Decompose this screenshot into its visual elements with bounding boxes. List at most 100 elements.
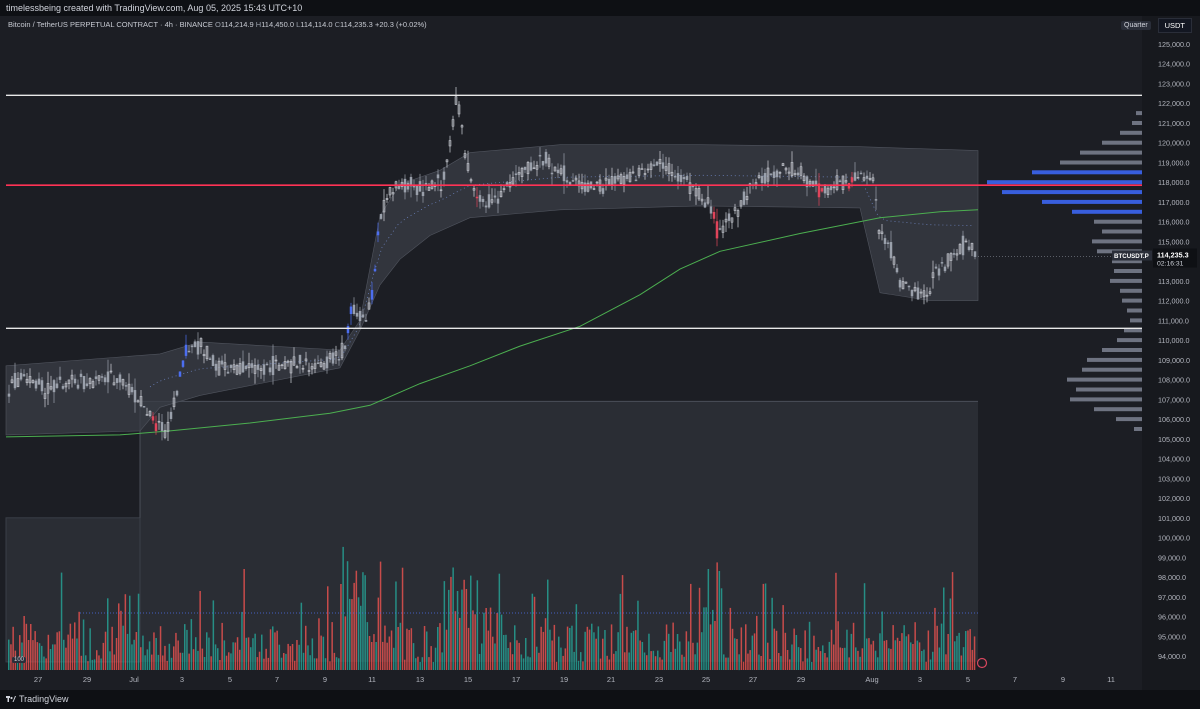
volume-bar [170, 657, 173, 670]
volume-bar [481, 643, 483, 670]
volume-bar [505, 634, 507, 670]
volume-bar [883, 640, 886, 670]
volume-bar [223, 640, 226, 670]
candle-body [571, 180, 575, 182]
volume-bar [588, 629, 591, 670]
low-value: 114,114.0 [300, 20, 333, 29]
volume-bar [265, 648, 267, 670]
volume-bar [329, 661, 331, 670]
candle-body [898, 279, 902, 288]
volume-bar [586, 626, 589, 670]
volume-bar [628, 652, 630, 670]
volume-bar [399, 622, 402, 670]
candle-body [361, 314, 365, 318]
volume-profile-bar [1042, 199, 1142, 204]
volume-bar [852, 622, 855, 670]
volume-bar [956, 635, 958, 670]
volume-bar [96, 650, 98, 670]
price-tick-label: 119,000.0 [1158, 159, 1189, 168]
price-tick-label: 116,000.0 [1158, 218, 1189, 227]
volume-bar [148, 641, 151, 670]
candle-body [514, 173, 518, 176]
volume-bar [65, 647, 67, 670]
candle-body [421, 191, 425, 197]
volume-bar [412, 643, 415, 670]
volume-bar [441, 652, 443, 670]
volume-bar [485, 608, 487, 670]
volume-bar [509, 642, 512, 670]
volume-bar [527, 656, 529, 670]
volume-bar [793, 628, 795, 670]
range-button[interactable]: Quarter [1121, 21, 1151, 30]
volume-bar [835, 572, 837, 670]
candle-body [952, 253, 956, 255]
volume-bar [742, 661, 745, 670]
volume-bar [855, 647, 857, 670]
volume-bar [808, 621, 811, 670]
volume-bar [593, 632, 595, 670]
volume-bar [450, 576, 452, 670]
price-axis: 94,000.0 95,000.0 96,000.0 97,000.0 98,000.0… [1142, 16, 1200, 690]
volume-bar [705, 607, 707, 670]
volume-bar [113, 654, 116, 670]
price-tick-label: 108,000.0 [1158, 376, 1190, 385]
volume-bar [63, 639, 65, 670]
time-tick-label: 17 [512, 675, 520, 684]
volume-profile-bar [1117, 338, 1142, 343]
volume-bar [522, 658, 525, 670]
time-tick-label: 29 [797, 675, 805, 684]
volume-profile-bar [1132, 121, 1142, 125]
footer: TradingView [0, 690, 1200, 709]
volume-bar [357, 597, 360, 670]
volume-bar [973, 636, 976, 670]
volume-bar [703, 607, 705, 670]
volume-bar [560, 647, 562, 670]
volume-bar [971, 649, 974, 670]
volume-bar [364, 575, 366, 670]
volume-bar [822, 645, 824, 670]
volume-bar [692, 642, 694, 670]
high-value: 114,450.0 [261, 20, 294, 29]
volume-profile-bar [1102, 348, 1142, 352]
volume-bar [516, 640, 518, 670]
volume-bar [98, 655, 100, 670]
price-tag-countdown: 02:16:31 [1157, 261, 1184, 268]
volume-bar [507, 648, 509, 670]
volume-bar [698, 587, 701, 670]
volume-bar [146, 649, 149, 670]
volume-bar [903, 625, 905, 670]
time-tick-label: 5 [966, 675, 970, 684]
volume-bar [518, 642, 520, 670]
candle-body [220, 360, 224, 365]
volume-bar [340, 584, 342, 670]
volume-bar [901, 633, 903, 670]
volume-bar [951, 572, 954, 670]
volume-bar [734, 638, 736, 670]
time-tick-label: 27 [34, 675, 42, 684]
volume-bar [32, 640, 34, 670]
candle-body [583, 182, 587, 192]
volume-bar [186, 629, 188, 670]
candlestick-chart[interactable]: 94,000.0 95,000.0 96,000.0 97,000.0 98,000.0… [0, 0, 1200, 709]
candle-body [718, 228, 722, 230]
volume-bar [228, 652, 230, 670]
candle-body [169, 411, 173, 419]
price-tick-label: 97,000.0 [1158, 593, 1186, 602]
currency-button[interactable]: USDT [1157, 18, 1192, 33]
candle-body [775, 170, 779, 178]
volume-bar [80, 655, 83, 670]
volume-bar [349, 598, 351, 670]
candle-body [19, 372, 23, 380]
candle-body [118, 374, 122, 383]
volume-bar [716, 562, 718, 670]
volume-bar [921, 651, 923, 670]
volume-bar [307, 645, 309, 670]
volume-bar [571, 625, 573, 670]
volume-bar [786, 650, 789, 670]
volume-bar [811, 661, 813, 670]
volume-bar [107, 598, 109, 670]
volume-bar [129, 595, 131, 670]
volume-bar [804, 630, 806, 670]
volume-profile-bar [1092, 239, 1142, 244]
volume-bar [929, 659, 932, 670]
